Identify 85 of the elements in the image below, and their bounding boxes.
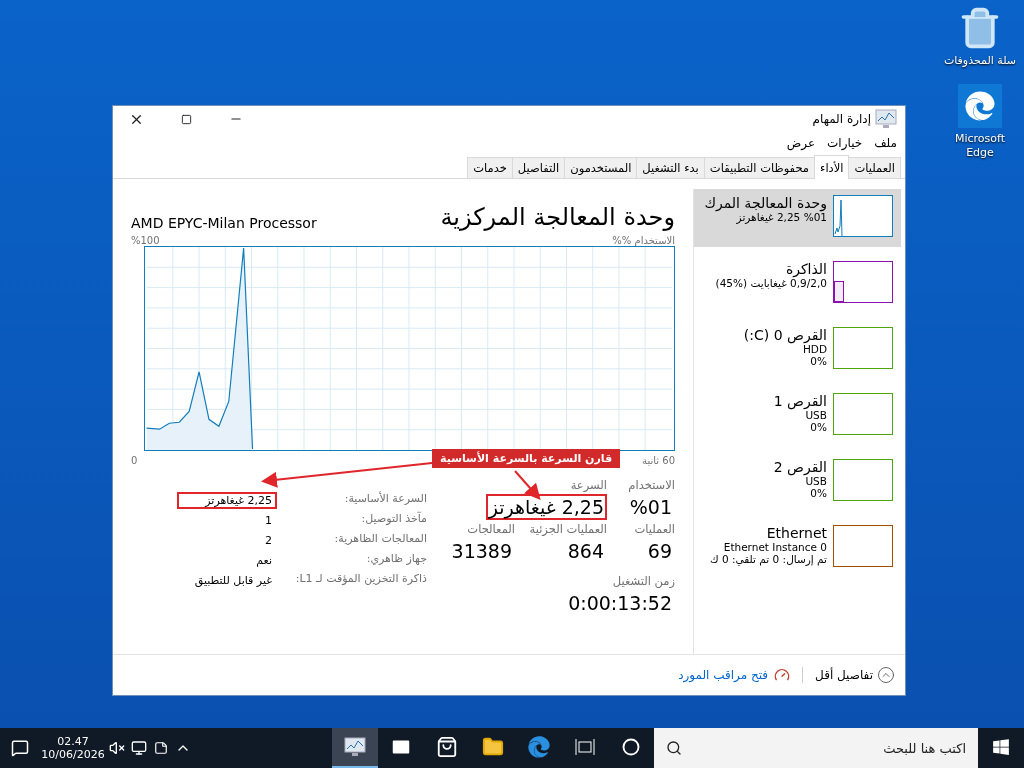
resource-detail: تم إرسال: 0 تم تلقي: 0 ك <box>709 553 827 565</box>
tab[interactable]: الأداء <box>814 155 850 179</box>
resource-title: القرص 2 <box>773 459 827 475</box>
tab[interactable]: بدء التشغيل <box>636 157 705 178</box>
windows-logo-icon <box>992 738 1010 756</box>
detail-label: السرعة الأساسية: <box>343 492 427 507</box>
resource-item[interactable]: وحدة المعالجة المرك %01 2,25 غيغاهرتز <box>694 189 901 247</box>
detail-value: غير قابل للتطبيق <box>193 573 273 589</box>
volume-muted-icon[interactable] <box>109 740 125 756</box>
y-axis-label: الاستخدام %% <box>612 235 675 246</box>
clock[interactable]: 02.47 10/06/2026 <box>40 735 106 761</box>
menu-item[interactable]: خيارات <box>827 136 863 150</box>
search-field[interactable]: اكتب هنا للبحث <box>654 728 978 768</box>
resource-title: القرص 0 (C:) <box>743 327 827 343</box>
detail-label: المعالجات الظاهرية: <box>333 532 427 547</box>
detail-value: 2,25 غيغاهرتز <box>177 492 277 509</box>
desktop-icon-label: Microsoft Edge <box>953 131 1007 160</box>
stat-value: 69 <box>646 539 673 564</box>
resource-monitor-link[interactable]: فتح مراقب المورد <box>678 668 769 682</box>
stat-label: السرعة <box>569 478 607 492</box>
cpu-sparkline-icon <box>834 198 843 236</box>
annotation-arrow <box>514 470 541 500</box>
tab[interactable]: التفاصيل <box>511 157 566 178</box>
menu-item[interactable]: عرض <box>786 136 816 150</box>
edge-icon <box>965 90 995 121</box>
resource-monitor-icon <box>774 667 791 683</box>
detail-label: جهاز ظاهري: <box>365 552 427 567</box>
resource-detail: 0,9/2,0 غيغابايت (%45) <box>715 277 827 289</box>
x-end-label: 0 <box>131 455 138 466</box>
maximize-icon <box>180 113 192 125</box>
detail-value: نعم <box>255 553 273 569</box>
tab[interactable]: المستخدمون <box>564 157 638 178</box>
stat-value: 2,25 غيغاهرتز <box>485 494 607 520</box>
processor-name: AMD EPYC-Milan Processor <box>131 215 317 231</box>
stat-label: المعالجات <box>466 522 515 536</box>
desktop-icon-label: سلة المحذوفات <box>943 54 1017 68</box>
shortcut-tile[interactable] <box>958 83 1002 128</box>
detail-label: مآخذ التوصيل: <box>360 512 427 527</box>
resource-detail: %01 2,25 غيغاهرتز <box>736 211 827 223</box>
menu-item[interactable]: ملف <box>874 136 897 150</box>
network-icon[interactable] <box>131 740 147 756</box>
resource-title: القرص 1 <box>773 393 827 409</box>
stat-value: %01 <box>628 495 673 520</box>
detail-value: 2 <box>264 533 273 549</box>
store-bag-icon <box>436 736 458 758</box>
chevron-up-circle-icon <box>877 666 895 684</box>
search-icon <box>666 740 682 756</box>
notification-icon[interactable] <box>11 739 29 757</box>
edge-icon <box>528 736 550 758</box>
stat-label: العمليات <box>633 522 675 536</box>
resource-detail: 0% <box>810 421 827 433</box>
resource-item[interactable]: الذاكرة 0,9/2,0 غيغابايت (%45) <box>694 255 901 313</box>
x-start-label: 60 ثانية <box>642 455 675 466</box>
resource-detail: USB <box>805 475 827 487</box>
folder-icon <box>482 736 504 758</box>
window-title: إدارة المهام <box>812 112 871 126</box>
monitor-graph-icon <box>875 109 897 129</box>
y-max-label: %100 <box>131 235 160 246</box>
stat-label: الاستخدام <box>627 478 675 492</box>
stat-value: 864 <box>566 539 605 564</box>
stat-value: 31389 <box>450 539 513 564</box>
resource-detail: Ethernet Instance 0 <box>723 541 827 553</box>
resource-detail: USB <box>805 409 827 421</box>
taskbar-app[interactable] <box>332 728 378 768</box>
resource-detail: 0% <box>810 487 827 499</box>
detail-label: ذاكرة التخزين المؤقت لـ L1: <box>294 572 427 587</box>
resource-detail: HDD <box>802 343 827 355</box>
stat-label: العمليات الجزئية <box>528 522 607 536</box>
uptime-value: 0:00:13:52 <box>567 591 673 616</box>
fewer-details-button[interactable]: تفاصيل أقل <box>815 666 895 684</box>
monitor-graph-icon <box>344 737 366 757</box>
tab[interactable]: العمليات <box>848 157 901 178</box>
resource-title: الذاكرة <box>785 261 827 277</box>
task-view-icon <box>575 738 595 756</box>
resource-title: Ethernet <box>766 525 827 541</box>
detail-value: 1 <box>264 513 273 529</box>
stat-label: زمن التشغيل <box>611 574 675 588</box>
panel-title: وحدة المعالجة المركزية <box>440 203 675 231</box>
resource-title: وحدة المعالجة المرك <box>704 195 827 211</box>
resource-detail: 0% <box>810 355 827 367</box>
cortana-circle-icon <box>622 738 640 756</box>
memory-fill-icon <box>834 281 844 302</box>
tab[interactable]: محفوظات التطبيقات <box>703 157 815 178</box>
tab[interactable]: خدمات <box>467 157 513 178</box>
annotation-callout: قارن السرعة بالسرعة الأساسية <box>432 449 621 468</box>
